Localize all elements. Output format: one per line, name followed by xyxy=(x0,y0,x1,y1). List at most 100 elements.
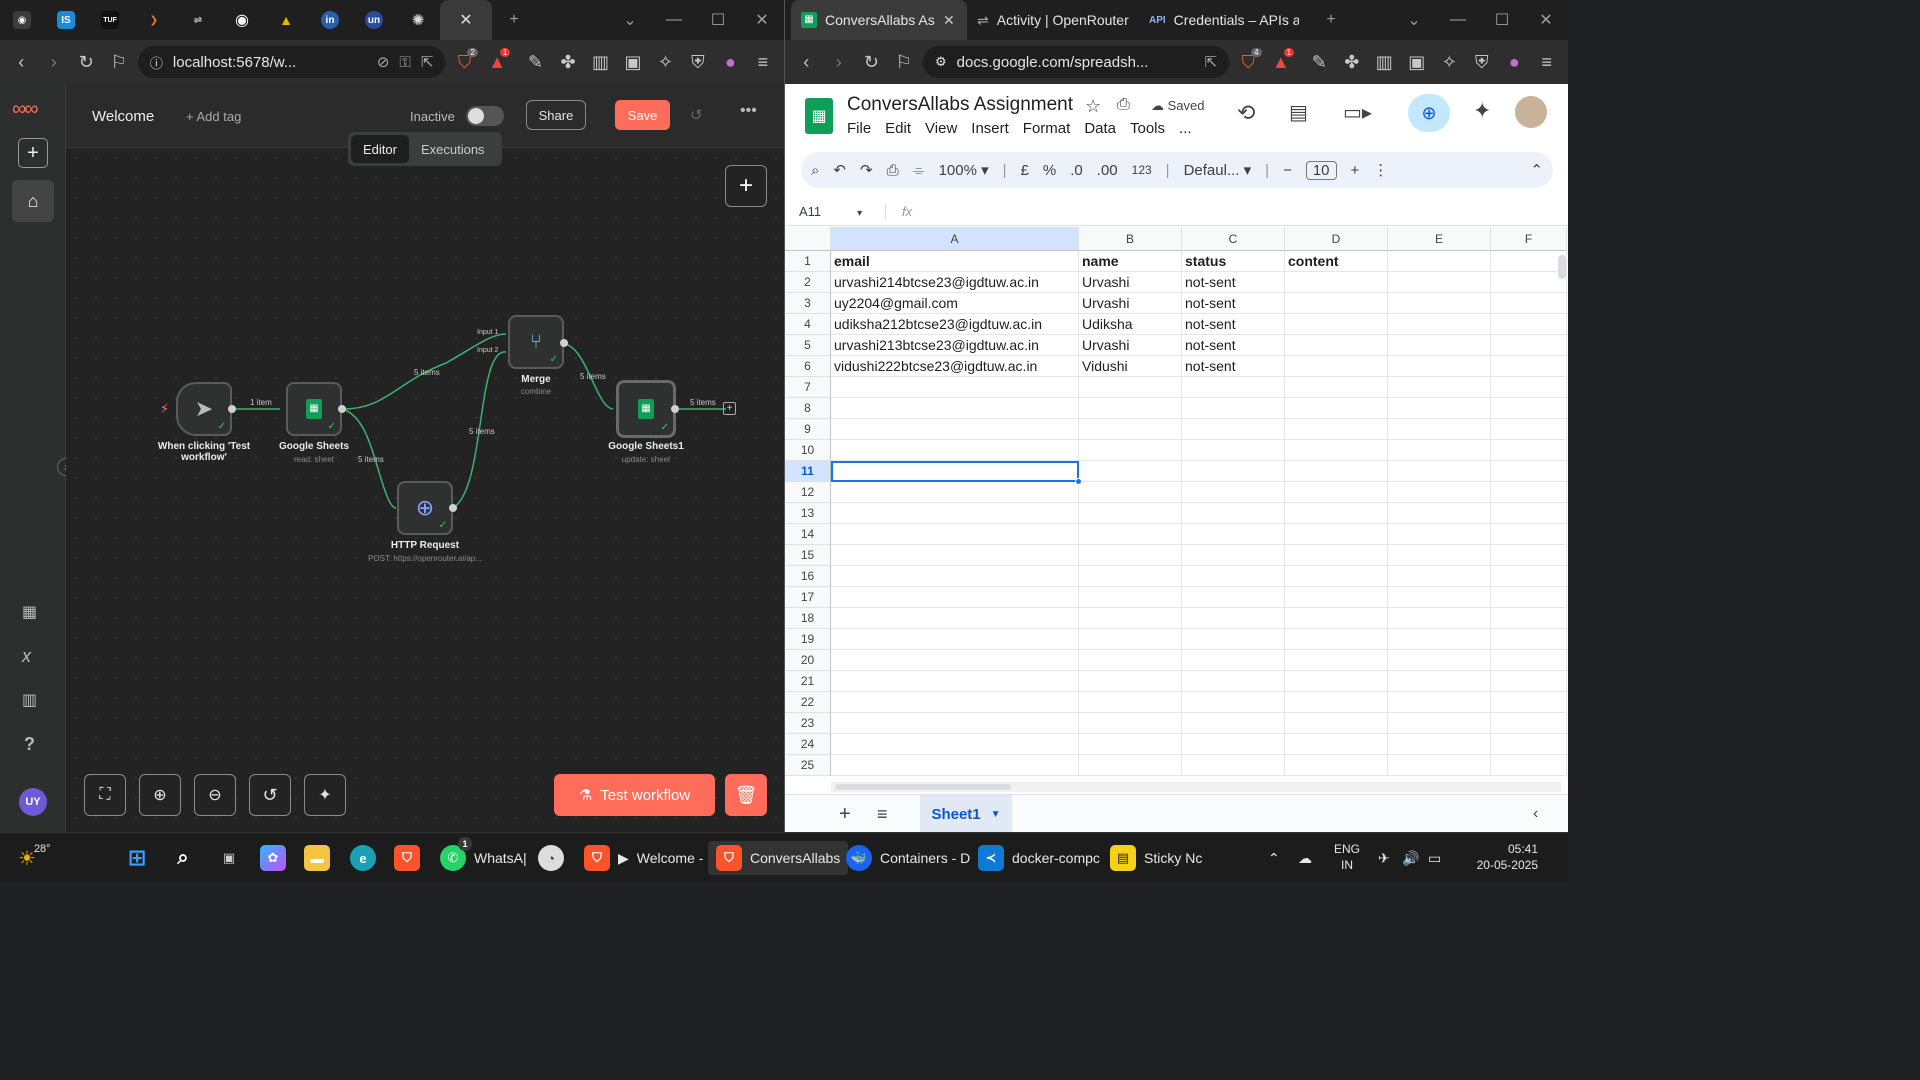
cell[interactable] xyxy=(1491,755,1567,776)
row-header[interactable]: 22 xyxy=(785,692,831,713)
paint-format-icon[interactable]: ⌯ xyxy=(913,162,925,179)
cell[interactable] xyxy=(1491,314,1567,335)
cell[interactable]: not-sent xyxy=(1182,335,1285,356)
more-tools-icon[interactable]: ⋮ xyxy=(1373,161,1388,179)
forward-icon[interactable]: › xyxy=(40,48,66,76)
tab-list-chevron-icon[interactable]: ⌄ xyxy=(608,10,652,30)
forward-icon[interactable]: › xyxy=(826,48,853,76)
cell[interactable] xyxy=(1079,566,1182,587)
menu-data[interactable]: Data xyxy=(1084,120,1116,137)
cell[interactable] xyxy=(1491,293,1567,314)
brave-welcome-button[interactable]: ⛉ ▶ Welcome - I xyxy=(584,841,711,875)
zoom-out-icon[interactable]: ⊖ xyxy=(194,774,236,816)
tab-fav-6[interactable]: ◉ xyxy=(220,0,264,40)
undo-icon[interactable]: ↶ xyxy=(833,161,846,179)
onedrive-icon[interactable]: ☁ xyxy=(1298,841,1312,875)
meet-icon[interactable]: ▭▸ xyxy=(1343,100,1372,125)
cell[interactable]: Vidushi xyxy=(1079,356,1182,377)
cell[interactable]: Urvashi xyxy=(1079,335,1182,356)
node-merge[interactable]: ⑂ ✓ xyxy=(508,315,564,369)
templates-icon[interactable]: ▦ xyxy=(22,602,37,622)
close-window-button[interactable]: ✕ xyxy=(1524,10,1568,30)
row-header[interactable]: 25 xyxy=(785,755,831,776)
cell[interactable] xyxy=(1079,692,1182,713)
cell[interactable] xyxy=(1182,587,1285,608)
cell[interactable] xyxy=(1079,398,1182,419)
wallet-icon[interactable]: ▣ xyxy=(620,48,646,76)
cell[interactable]: content xyxy=(1285,251,1388,272)
cell[interactable] xyxy=(1285,377,1388,398)
share-icon[interactable]: ⇱ xyxy=(1204,53,1217,71)
row-header[interactable]: 18 xyxy=(785,608,831,629)
cell[interactable] xyxy=(1388,629,1491,650)
cell[interactable]: not-sent xyxy=(1182,272,1285,293)
row-header[interactable]: 9 xyxy=(785,419,831,440)
port-out[interactable] xyxy=(228,405,236,413)
cell[interactable] xyxy=(1182,713,1285,734)
cell[interactable] xyxy=(1285,314,1388,335)
back-icon[interactable]: ‹ xyxy=(8,48,34,76)
cell[interactable] xyxy=(1182,566,1285,587)
menu-file[interactable]: File xyxy=(847,120,871,137)
battery-icon[interactable]: ▭ xyxy=(1428,841,1441,875)
leo-icon[interactable]: ✧ xyxy=(1436,48,1463,76)
cell[interactable] xyxy=(1388,314,1491,335)
row-header[interactable]: 20 xyxy=(785,650,831,671)
cell[interactable] xyxy=(1285,272,1388,293)
cell[interactable]: Urvashi xyxy=(1079,272,1182,293)
tab-openrouter[interactable]: ⇌ Activity | OpenRouter xyxy=(967,0,1139,40)
cell[interactable] xyxy=(1182,503,1285,524)
cell[interactable] xyxy=(1182,524,1285,545)
test-workflow-button[interactable]: ⚗ Test workflow xyxy=(554,774,715,816)
cell[interactable]: udiksha212btcse23@igdtuw.ac.in xyxy=(831,314,1079,335)
whatsapp-button[interactable]: ✆ 1 WhatsA| xyxy=(440,837,527,875)
cell[interactable] xyxy=(1491,713,1567,734)
cell[interactable] xyxy=(831,671,1079,692)
cell[interactable] xyxy=(1491,398,1567,419)
cell[interactable]: not-sent xyxy=(1182,314,1285,335)
active-toggle[interactable] xyxy=(466,106,504,126)
cell[interactable] xyxy=(1388,356,1491,377)
cell[interactable] xyxy=(1285,461,1388,482)
version-history-icon[interactable]: ⟲ xyxy=(1237,100,1255,126)
close-icon[interactable]: ✕ xyxy=(459,10,472,30)
volume-icon[interactable]: 🔊 xyxy=(1402,841,1419,875)
brave-button[interactable]: ⛉ xyxy=(394,841,420,875)
cell[interactable] xyxy=(1491,356,1567,377)
docker-desktop-button[interactable]: 🐳 Containers - D xyxy=(846,841,970,875)
search-button[interactable]: ⌕ xyxy=(170,841,196,875)
cell[interactable] xyxy=(831,377,1079,398)
cell[interactable] xyxy=(1079,377,1182,398)
selected-cell[interactable] xyxy=(831,461,1079,482)
menu-view[interactable]: View xyxy=(925,120,957,137)
port-out[interactable] xyxy=(338,405,346,413)
sticky-notes-button[interactable]: ▤ Sticky Nc xyxy=(1110,841,1202,875)
cell[interactable] xyxy=(1285,608,1388,629)
tidy-up-icon[interactable]: ✦ xyxy=(304,774,346,816)
cell[interactable] xyxy=(1182,440,1285,461)
cell[interactable] xyxy=(1182,545,1285,566)
cell[interactable]: email xyxy=(831,251,1079,272)
cell[interactable] xyxy=(1388,713,1491,734)
no-eye-icon[interactable]: ⊘ xyxy=(377,53,390,71)
tab-credentials[interactable]: API Credentials – APIs and xyxy=(1139,0,1309,40)
cell[interactable] xyxy=(1285,293,1388,314)
share-user-button[interactable]: ⊕ xyxy=(1408,94,1450,132)
cell[interactable] xyxy=(1285,671,1388,692)
share-icon[interactable]: ⇱ xyxy=(421,53,434,71)
cell[interactable] xyxy=(1079,482,1182,503)
cell[interactable]: not-sent xyxy=(1182,356,1285,377)
redo-icon[interactable]: ↷ xyxy=(860,161,873,179)
port-out[interactable] xyxy=(671,405,679,413)
cell[interactable]: urvashi214btcse23@igdtuw.ac.in xyxy=(831,272,1079,293)
menu-insert[interactable]: Insert xyxy=(971,120,1009,137)
cell[interactable] xyxy=(1079,713,1182,734)
cell[interactable] xyxy=(831,650,1079,671)
workflow-name[interactable]: Welcome xyxy=(92,108,154,125)
bookmark-icon[interactable]: ⚐ xyxy=(891,48,918,76)
cell[interactable] xyxy=(1388,482,1491,503)
cell[interactable] xyxy=(1079,629,1182,650)
copilot-button[interactable]: ✿ xyxy=(260,841,286,875)
cell[interactable] xyxy=(1388,524,1491,545)
menu-tools[interactable]: Tools xyxy=(1130,120,1165,137)
